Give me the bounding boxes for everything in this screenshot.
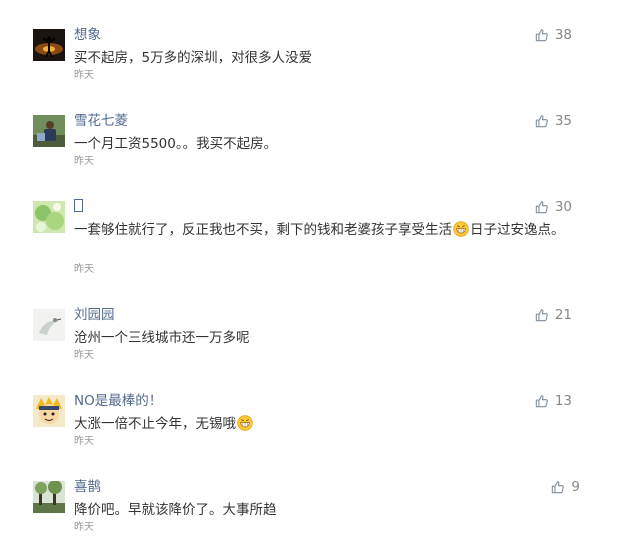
like-button[interactable]: 35 [535,112,572,130]
comment-item: 想象 买不起房，5万多的深圳，对很多人没爱 昨天 38 [0,26,640,112]
like-button[interactable]: 13 [535,392,572,410]
comment-list: 想象 买不起房，5万多的深圳，对很多人没爱 昨天 38 雪花七菱 一个月工资55… [0,0,640,550]
comment-text-part: 大涨一倍不止今年，无锡哦 [74,416,236,432]
like-count: 35 [554,113,572,129]
comment-text-part: 一套够住就行了，反正我也不买，剩下的钱和老婆孩子享受生活 [74,222,452,238]
comment-text: 一个月工资5500。。我买不起房。 [74,136,278,152]
grin-emoji-icon [453,221,469,237]
trees-avatar[interactable] [33,481,65,513]
comment-text: 一套够住就行了，反正我也不买，剩下的钱和老婆孩子享受生活 日子过安逸点。 [74,219,594,241]
comment-item: 雪花七菱 一个月工资5500。。我买不起房。 昨天 35 [0,112,640,198]
like-count: 38 [554,27,572,43]
bird-avatar[interactable] [33,309,65,341]
comment-text: 买不起房，5万多的深圳，对很多人没爱 [74,50,313,66]
silhouette-avatar[interactable] [33,29,65,61]
thumbs-up-icon [535,115,548,128]
like-count: 9 [571,479,580,495]
comment-item: 喜鹊 降价吧。早就该降价了。大事所趋 昨天 9 [0,478,640,550]
green-leaf-avatar[interactable] [33,201,65,233]
like-count: 30 [554,199,572,215]
like-button[interactable]: 21 [535,306,572,324]
comment-time: 昨天 [74,156,94,167]
comment-time: 昨天 [74,436,94,447]
thumbs-up-icon [535,201,548,214]
person-outdoor-avatar[interactable] [33,115,65,147]
comment-text: 沧州一个三线城市还一万多呢 [74,330,250,346]
comment-time: 昨天 [74,350,94,361]
thumbs-up-icon [552,481,565,494]
comment-time: 昨天 [74,70,94,81]
like-button[interactable]: 30 [535,198,572,216]
cartoon-avatar[interactable] [33,395,65,427]
like-button[interactable]: 9 [551,478,580,496]
comment-item: 刘园园 沧州一个三线城市还一万多呢 昨天 21 [0,306,640,392]
comment-text-part: 日子过安逸点。 [470,222,565,238]
comment-time: 昨天 [74,522,94,533]
comment-author[interactable] [74,198,83,216]
like-button[interactable]: 38 [535,26,572,44]
comment-item: 一套够住就行了，反正我也不买，剩下的钱和老婆孩子享受生活 日子过安逸点。 昨天 3… [0,198,640,284]
like-count: 21 [554,307,572,323]
comment-author[interactable]: 想象 [74,26,101,44]
comment-author[interactable]: 雪花七菱 [74,112,128,130]
thumbs-up-icon [535,309,548,322]
comment-author[interactable]: NO是最棒的！ [74,392,162,410]
grin-emoji-icon [237,415,253,431]
comment-author[interactable]: 喜鹊 [74,478,101,496]
comment-text: 大涨一倍不止今年，无锡哦 [74,413,594,435]
comment-author[interactable]: 刘园园 [74,306,115,324]
comment-item: NO是最棒的！ 大涨一倍不止今年，无锡哦 昨天 13 [0,392,640,478]
comment-time: 昨天 [74,264,94,275]
thumbs-up-icon [535,29,548,42]
comment-text: 降价吧。早就该降价了。大事所趋 [74,502,277,518]
like-count: 13 [554,393,572,409]
thumbs-up-icon [535,395,548,408]
